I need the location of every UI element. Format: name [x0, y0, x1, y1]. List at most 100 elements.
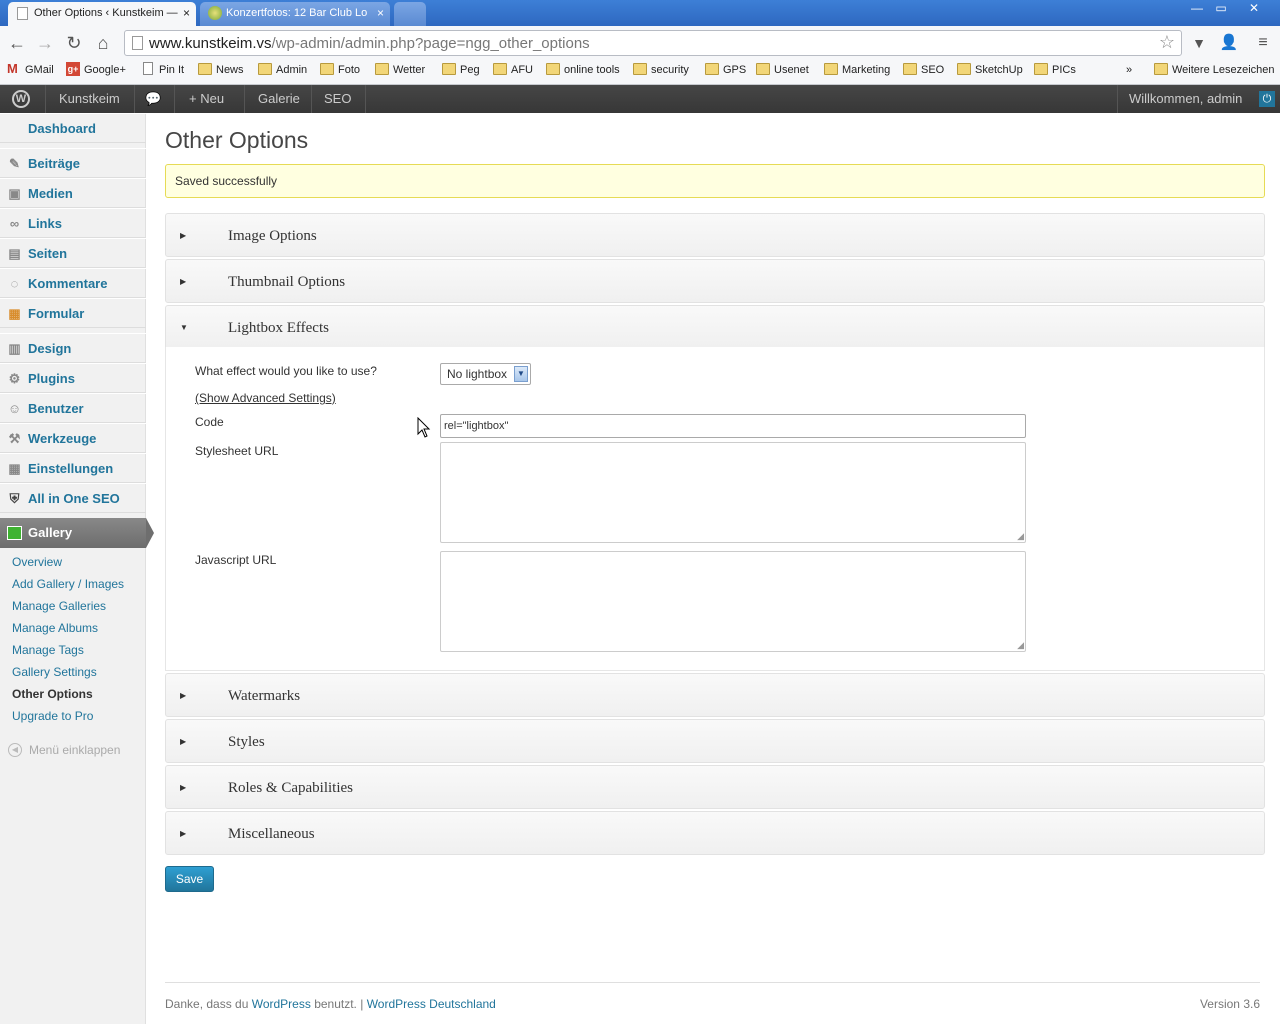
- resize-grip-icon[interactable]: ◢: [1017, 640, 1024, 651]
- tab-close-icon[interactable]: ×: [183, 2, 190, 24]
- section-watermarks[interactable]: ▶ Watermarks: [165, 673, 1265, 717]
- bookmark-other[interactable]: Weitere Lesezeichen: [1154, 63, 1275, 77]
- bookmark-star-icon[interactable]: ☆: [1159, 32, 1175, 53]
- new-tab-button[interactable]: [394, 2, 426, 26]
- sidebar-item-links[interactable]: ∞ Links: [0, 208, 146, 238]
- bookmark-sketchup[interactable]: SketchUp: [957, 63, 1023, 77]
- section-lightbox-effects[interactable]: ▼ Lightbox Effects: [165, 305, 1265, 349]
- submenu-manage-tags[interactable]: Manage Tags: [12, 643, 84, 657]
- sidebar-item-comments[interactable]: ◌ Kommentare: [0, 268, 146, 298]
- bookmark-usenet[interactable]: Usenet: [756, 63, 809, 77]
- user-extension-icon[interactable]: 👤: [1218, 32, 1240, 54]
- effect-dropdown[interactable]: No lightbox ▼: [440, 363, 531, 385]
- bookmark-pinit[interactable]: Pin It: [141, 62, 184, 77]
- section-image-options[interactable]: ▶ Image Options: [165, 213, 1265, 257]
- folder-icon: [442, 63, 456, 75]
- section-miscellaneous[interactable]: ▶ Miscellaneous: [165, 811, 1265, 855]
- bookmark-admin[interactable]: Admin: [258, 63, 307, 77]
- submenu-manage-galleries[interactable]: Manage Galleries: [12, 599, 106, 613]
- submenu-gallery-settings[interactable]: Gallery Settings: [12, 665, 97, 679]
- address-bar[interactable]: www.kunstkeim.vs/wp-admin/admin.php?page…: [124, 30, 1182, 56]
- page-icon: [132, 36, 143, 50]
- bookmark-wetter[interactable]: Wetter: [375, 63, 425, 77]
- bookmark-afu[interactable]: AFU: [493, 63, 533, 77]
- menu-icon[interactable]: ≡: [1252, 32, 1274, 54]
- bookmarks-overflow-button[interactable]: »: [1112, 63, 1132, 77]
- collapse-menu-button[interactable]: ◀ Menü einklappen: [8, 743, 120, 757]
- folder-icon: [320, 63, 334, 75]
- submenu-add-gallery[interactable]: Add Gallery / Images: [12, 577, 124, 591]
- sidebar-item-pages[interactable]: ▤ Seiten: [0, 238, 146, 268]
- show-advanced-settings-link[interactable]: (Show Advanced Settings): [195, 391, 336, 405]
- bookmark-security[interactable]: security: [633, 63, 689, 77]
- bookmark-news[interactable]: News: [198, 63, 244, 77]
- folder-icon: [258, 63, 272, 75]
- sidebar-item-design[interactable]: ▥ Design: [0, 333, 146, 363]
- bookmark-marketing[interactable]: Marketing: [824, 63, 890, 77]
- page-title: Other Options: [165, 127, 309, 153]
- tab-other-options[interactable]: Other Options ‹ Kunstkeim — ×: [8, 2, 196, 26]
- forward-arrow-icon[interactable]: →: [34, 32, 56, 54]
- pocket-icon[interactable]: ▼: [1188, 32, 1210, 54]
- stylesheet-url-textarea[interactable]: ◢: [440, 442, 1026, 543]
- code-input[interactable]: rel="lightbox": [440, 414, 1026, 438]
- sidebar-item-gallery[interactable]: Gallery: [0, 518, 154, 548]
- maximize-button[interactable]: ▭: [1208, 0, 1234, 18]
- submenu-manage-albums[interactable]: Manage Albums: [12, 621, 98, 635]
- adminbar-gallery-link[interactable]: Galerie: [245, 85, 312, 113]
- effect-label: What effect would you like to use?: [195, 364, 377, 378]
- wordpress-logo-icon[interactable]: W: [0, 85, 46, 113]
- comments-icon[interactable]: 💬: [135, 85, 175, 113]
- site-favicon-icon: [208, 6, 222, 20]
- logout-power-icon[interactable]: ⏻: [1259, 91, 1275, 107]
- page-icon: [143, 62, 153, 75]
- sidebar-item-tools[interactable]: ⚒ Werkzeuge: [0, 423, 146, 453]
- submenu-overview[interactable]: Overview: [12, 555, 62, 569]
- folder-icon: [198, 63, 212, 75]
- home-icon[interactable]: ⌂: [92, 32, 114, 54]
- sidebar-item-posts[interactable]: ✎ Beiträge: [0, 148, 146, 178]
- bookmark-foto[interactable]: Foto: [320, 63, 360, 77]
- expand-arrow-icon: ▶: [180, 783, 187, 792]
- bookmark-googleplus[interactable]: g+ Google+: [66, 62, 126, 77]
- section-roles-capabilities[interactable]: ▶ Roles & Capabilities: [165, 765, 1265, 809]
- sidebar-item-plugins[interactable]: ⚙ Plugins: [0, 363, 146, 393]
- minimize-button[interactable]: —: [1184, 0, 1210, 18]
- bookmark-seo[interactable]: SEO: [903, 63, 944, 77]
- javascript-url-textarea[interactable]: ◢: [440, 551, 1026, 652]
- expand-arrow-icon: ▶: [180, 231, 187, 240]
- sidebar-item-dashboard[interactable]: Dashboard: [0, 113, 146, 143]
- version-text: Version 3.6: [1199, 997, 1260, 1011]
- bookmark-gps[interactable]: GPS: [705, 63, 746, 77]
- back-arrow-icon[interactable]: ←: [6, 32, 28, 54]
- submenu-upgrade-to-pro[interactable]: Upgrade to Pro: [12, 709, 93, 723]
- resize-grip-icon[interactable]: ◢: [1017, 531, 1024, 542]
- folder-icon: [957, 63, 971, 75]
- reload-icon[interactable]: ↻: [63, 32, 85, 54]
- section-thumbnail-options[interactable]: ▶ Thumbnail Options: [165, 259, 1265, 303]
- sidebar-item-users[interactable]: ☺ Benutzer: [0, 393, 146, 423]
- page-icon: [17, 7, 28, 20]
- save-button[interactable]: Save: [165, 866, 214, 892]
- sidebar-item-all-in-one-seo[interactable]: ⛨ All in One SEO: [0, 483, 146, 513]
- section-styles[interactable]: ▶ Styles: [165, 719, 1265, 763]
- footer-divider: [165, 982, 1260, 983]
- sidebar-item-settings[interactable]: ▦ Einstellungen: [0, 453, 146, 483]
- close-window-button[interactable]: ✕: [1234, 0, 1274, 18]
- folder-icon: [633, 63, 647, 75]
- bookmark-gmail[interactable]: M GMail: [7, 62, 54, 77]
- sidebar-item-media[interactable]: ▣ Medien: [0, 178, 146, 208]
- wordpress-deutschland-link[interactable]: WordPress Deutschland: [367, 997, 496, 1011]
- adminbar-site-link[interactable]: Kunstkeim: [46, 85, 135, 113]
- tab-konzertfotos[interactable]: Konzertfotos: 12 Bar Club Lo ×: [200, 2, 390, 26]
- adminbar-account[interactable]: Willkommen, admin ⏻: [1117, 85, 1280, 113]
- bookmark-pics[interactable]: PICs: [1034, 63, 1076, 77]
- bookmark-peg[interactable]: Peg: [442, 63, 480, 77]
- bookmark-online-tools[interactable]: online tools: [546, 63, 620, 77]
- adminbar-seo-link[interactable]: SEO: [312, 85, 366, 113]
- wordpress-link[interactable]: WordPress: [252, 997, 311, 1011]
- tab-close-icon[interactable]: ×: [377, 2, 384, 24]
- submenu-other-options[interactable]: Other Options: [12, 687, 93, 701]
- sidebar-item-form[interactable]: ▦ Formular: [0, 298, 146, 328]
- adminbar-new-link[interactable]: + Neu: [175, 85, 245, 113]
